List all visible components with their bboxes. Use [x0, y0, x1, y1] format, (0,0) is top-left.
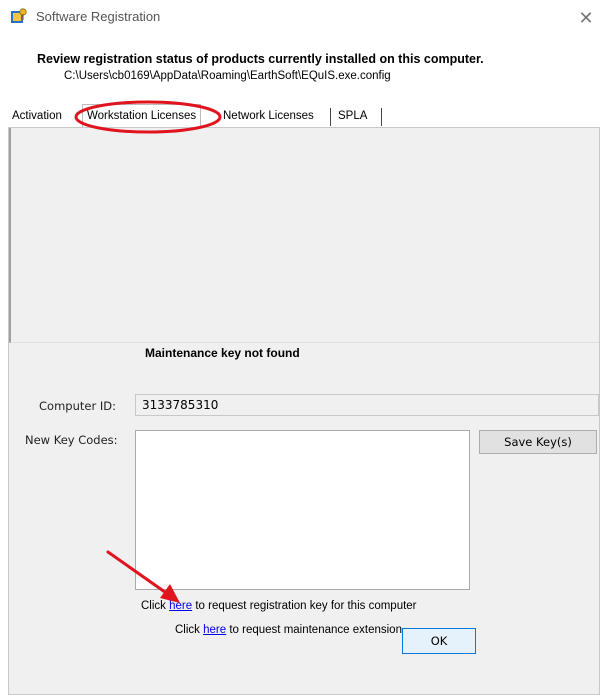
app-registration-icon: [11, 8, 27, 23]
title-bar: Software Registration ✕: [0, 0, 608, 36]
tab-panel: Maintenance key not found Computer ID: 3…: [8, 127, 600, 695]
link-prefix: Click: [141, 600, 170, 612]
tab-workstation-licenses[interactable]: Workstation Licenses: [82, 104, 202, 129]
link-suffix: to request maintenance extension: [226, 624, 402, 636]
maintenance-status: Maintenance key not found: [145, 346, 300, 360]
license-list-area: [9, 128, 599, 343]
request-maintenance-extension-link[interactable]: here: [203, 624, 226, 636]
maintenance-link-line: Click here to request maintenance extens…: [175, 624, 402, 636]
tab-separator: [381, 108, 382, 126]
request-registration-key-link[interactable]: here: [169, 600, 192, 612]
config-path: C:\Users\cb0169\AppData\Roaming\EarthSof…: [64, 70, 391, 82]
close-button[interactable]: ✕: [564, 0, 608, 36]
new-key-codes-label: New Key Codes:: [25, 433, 118, 447]
tab-activation[interactable]: Activation: [8, 106, 66, 126]
window-title: Software Registration: [36, 9, 161, 24]
tab-spla[interactable]: SPLA: [334, 106, 371, 126]
tab-strip: Activation Workstation Licenses Network …: [8, 104, 600, 129]
tab-network-licenses[interactable]: Network Licenses: [219, 106, 318, 126]
save-keys-button[interactable]: Save Key(s): [479, 430, 597, 454]
computer-id-label: Computer ID:: [39, 399, 116, 413]
new-key-codes-input[interactable]: [135, 430, 470, 590]
registration-link-line: Click here to request registration key f…: [141, 600, 417, 612]
page-heading: Review registration status of products c…: [37, 52, 484, 66]
link-prefix: Click: [175, 624, 204, 636]
ok-button[interactable]: OK: [402, 628, 476, 654]
tab-separator: [330, 108, 331, 126]
computer-id-field[interactable]: 3133785310: [135, 394, 599, 416]
link-suffix: to request registration key for this com…: [192, 600, 417, 612]
close-icon: ✕: [578, 7, 594, 28]
